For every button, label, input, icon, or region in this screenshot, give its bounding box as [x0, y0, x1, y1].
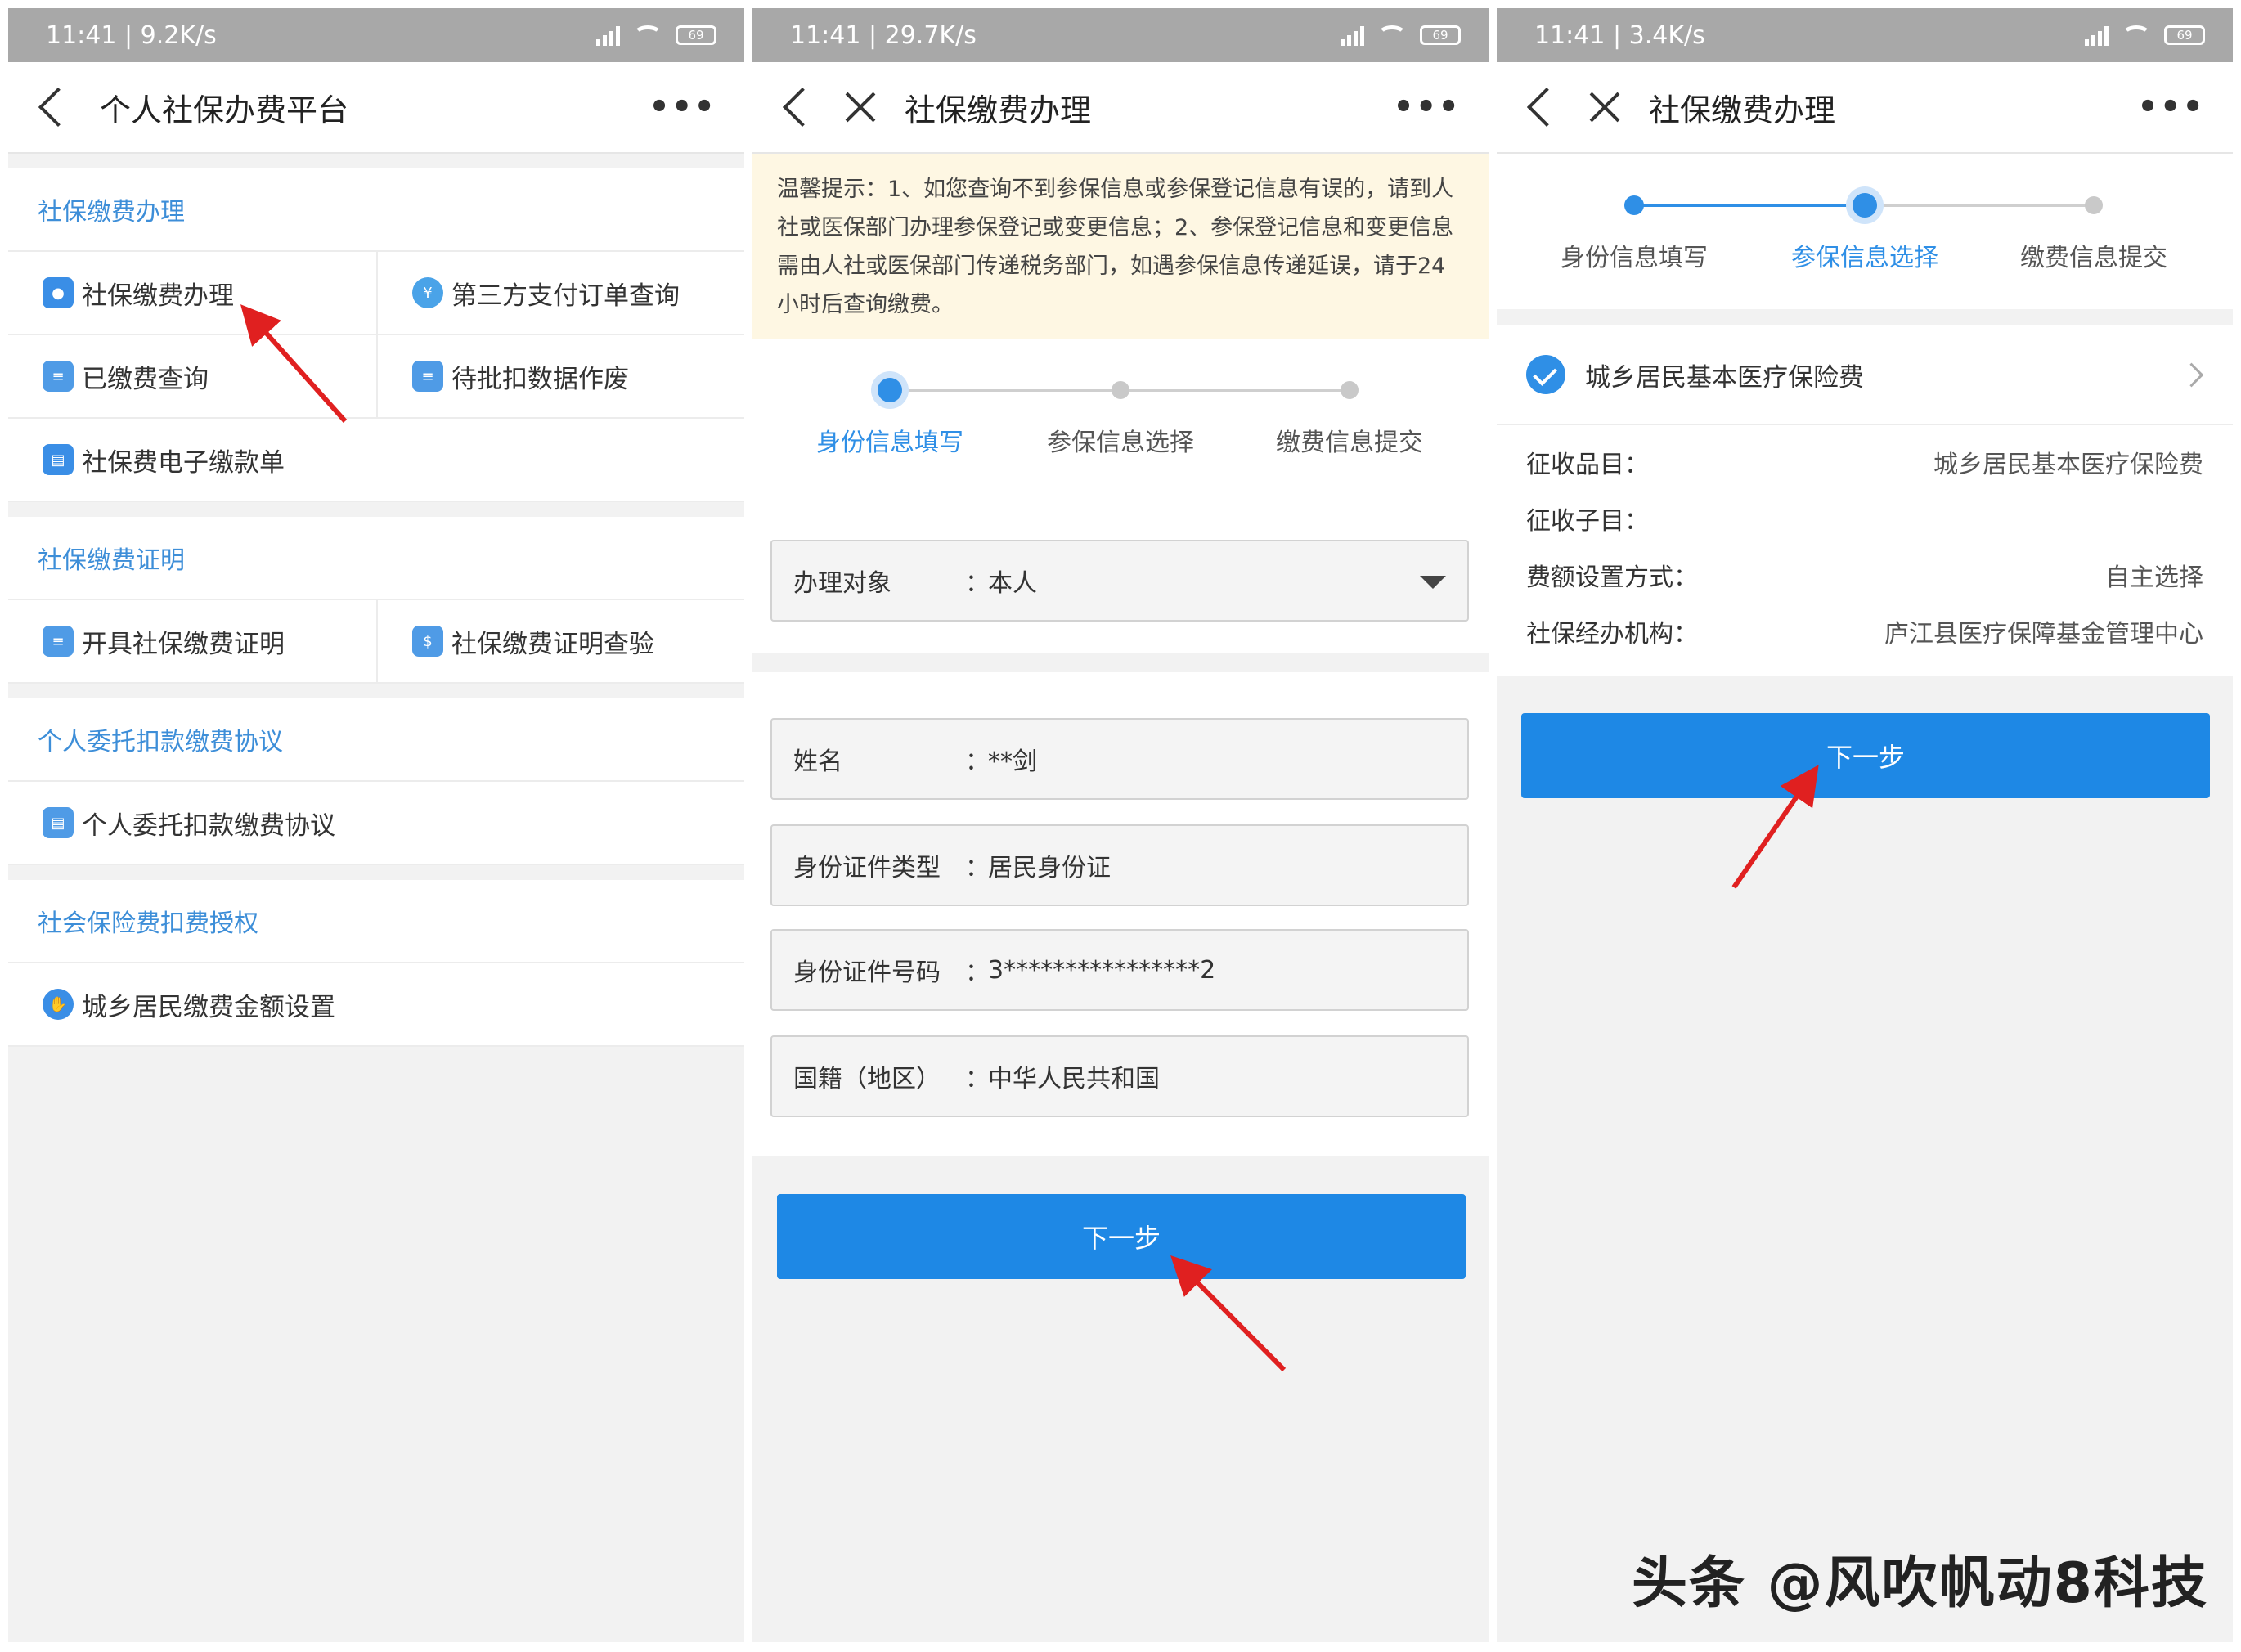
insurance-item[interactable]: 城乡居民基本医疗保险费 [1497, 325, 2233, 425]
section-grid: ● 社保缴费办理 ¥ 第三方支付订单查询 ≡ 已缴费查询 ≡ 待批扣数据作废 ▤… [8, 252, 744, 502]
step-dot-active [878, 378, 902, 402]
section-title: 个人委托扣款缴费协议 [8, 698, 744, 782]
screen-identity-info: 11:41 | 29.7K/s 69 社保缴费办理 ••• 温馨提示：1、如您查… [752, 8, 1489, 1642]
step-dot-active [1853, 193, 1877, 218]
menu-item-third-party-order-query[interactable]: ¥ 第三方支付订单查询 [376, 252, 744, 335]
select-value: 本人 [988, 569, 1037, 598]
dropdown-caret-icon [1420, 576, 1446, 589]
menu-item-paid-query[interactable]: ≡ 已缴费查询 [8, 335, 376, 419]
status-bar: 11:41 | 29.7K/s 69 [752, 8, 1489, 62]
receipt-icon: ▤ [43, 444, 74, 475]
signal-icon [1341, 25, 1364, 46]
step-label: 缴费信息提交 [2020, 244, 2167, 272]
screen-personal-platform: 11:41 | 9.2K/s 69 个人社保办费平台 ••• 社保缴费办理 ● … [8, 8, 744, 1642]
list-icon: ≡ [43, 626, 74, 657]
menu-item-issue-certificate[interactable]: ≡ 开具社保缴费证明 [8, 600, 376, 684]
nav-bar: 社保缴费办理 ••• [1497, 62, 2233, 154]
step-dot-done [1624, 195, 1644, 215]
document-edit-icon: ≡ [412, 361, 443, 392]
step-dot [1341, 381, 1359, 399]
nav-bar: 个人社保办费平台 ••• [8, 62, 744, 154]
signal-icon [596, 25, 620, 46]
page-title: 社保缴费办理 [1649, 92, 1836, 128]
agreement-icon: ▤ [43, 807, 74, 838]
detail-row: 征收子目： [1526, 506, 1649, 536]
status-time: 11:41 | 9.2K/s [46, 20, 217, 50]
yuan-icon: ¥ [412, 277, 443, 308]
hand-coin-icon: ✋ [43, 989, 74, 1020]
step-label: 身份信息填写 [816, 429, 963, 457]
warm-tip-notice: 温馨提示：1、如您查询不到参保信息或参保登记信息有误的，请到人社或医保部门办理参… [752, 154, 1489, 339]
step-label: 身份信息填写 [1561, 244, 1708, 272]
battery-icon: 69 [1420, 25, 1461, 45]
detail-row: 费额设置方式： 自主选择 [1526, 563, 2203, 592]
next-step-button[interactable]: 下一步 [1521, 713, 2210, 798]
page-title: 社保缴费办理 [905, 92, 1092, 128]
insurance-name: 城乡居民基本医疗保险费 [1585, 362, 1864, 393]
battery-icon: 69 [676, 25, 716, 45]
insurance-details: 征收品目： 城乡居民基本医疗保险费 征收子目： 费额设置方式： 自主选择 社保经办机… [1497, 425, 2233, 676]
status-time: 11:41 | 29.7K/s [790, 20, 977, 50]
close-icon[interactable] [844, 91, 877, 123]
back-icon[interactable] [38, 87, 79, 128]
nav-bar: 社保缴费办理 ••• [752, 62, 1489, 154]
more-icon[interactable]: ••• [649, 88, 716, 126]
back-icon[interactable] [782, 87, 823, 128]
status-bar: 11:41 | 3.4K/s 69 [1497, 8, 2233, 62]
status-time: 11:41 | 3.4K/s [1534, 20, 1705, 50]
wifi-icon [633, 25, 662, 45]
more-icon[interactable]: ••• [2137, 88, 2205, 126]
payment-icon: ● [43, 277, 74, 308]
wifi-icon [2122, 25, 2151, 45]
section-title: 社保缴费办理 [8, 168, 744, 252]
chevron-right-icon [2179, 362, 2204, 387]
check-icon[interactable] [1526, 355, 1565, 394]
back-icon[interactable] [1526, 87, 1567, 128]
menu-item-void-batch-data[interactable]: ≡ 待批扣数据作废 [376, 335, 744, 419]
handling-object-select[interactable]: 办理对象 ： 本人 [770, 540, 1469, 622]
detail-row: 征收品目： 城乡居民基本医疗保险费 [1526, 450, 2203, 479]
menu-item-entrusted-deduction-agreement[interactable]: ▤ 个人委托扣款缴费协议 [8, 782, 744, 865]
section-title: 社保缴费证明 [8, 517, 744, 600]
name-field[interactable]: 姓名 ： **剑 [770, 718, 1469, 800]
step-label: 参保信息选择 [1047, 429, 1194, 457]
signal-icon [2085, 25, 2109, 46]
watermark: 头条 @风吹帆动8科技 [1632, 1551, 2208, 1616]
menu-item-verify-certificate[interactable]: $ 社保缴费证明查验 [376, 600, 744, 684]
step-dot [2085, 196, 2103, 214]
nationality-field[interactable]: 国籍（地区） ： 中华人民共和国 [770, 1035, 1469, 1117]
section-title: 社会保险费扣费授权 [8, 880, 744, 963]
step-indicator: 身份信息填写 参保信息选择 缴费信息提交 [1497, 154, 2233, 309]
id-number-field[interactable]: 身份证件号码 ： 3****************2 [770, 929, 1469, 1011]
document-icon: ≡ [43, 361, 74, 392]
detail-row: 社保经办机构： 庐江县医疗保障基金管理中心 [1526, 619, 2203, 649]
wifi-icon [1377, 25, 1407, 45]
status-bar: 11:41 | 9.2K/s 69 [8, 8, 744, 62]
page-title: 个人社保办费平台 [100, 92, 349, 128]
step-dot [1112, 381, 1129, 399]
step-label: 参保信息选择 [1791, 244, 1938, 272]
battery-icon: 69 [2164, 25, 2205, 45]
step-label: 缴费信息提交 [1276, 429, 1423, 457]
id-type-field[interactable]: 身份证件类型 ： 居民身份证 [770, 824, 1469, 906]
money-document-icon: $ [412, 626, 443, 657]
close-icon[interactable] [1588, 91, 1621, 123]
menu-item-payment-amount-setting[interactable]: ✋ 城乡居民缴费金额设置 [8, 963, 744, 1047]
step-indicator: 身份信息填写 参保信息选择 缴费信息提交 [752, 339, 1489, 502]
next-step-button[interactable]: 下一步 [777, 1194, 1466, 1279]
screen-insurance-selection: 11:41 | 3.4K/s 69 社保缴费办理 ••• 身份信息填写 参保信息… [1497, 8, 2233, 1642]
menu-item-social-security-payment[interactable]: ● 社保缴费办理 [8, 252, 376, 335]
menu-item-e-payment-slip[interactable]: ▤ 社保费电子缴款单 [8, 419, 744, 502]
more-icon[interactable]: ••• [1393, 88, 1461, 126]
